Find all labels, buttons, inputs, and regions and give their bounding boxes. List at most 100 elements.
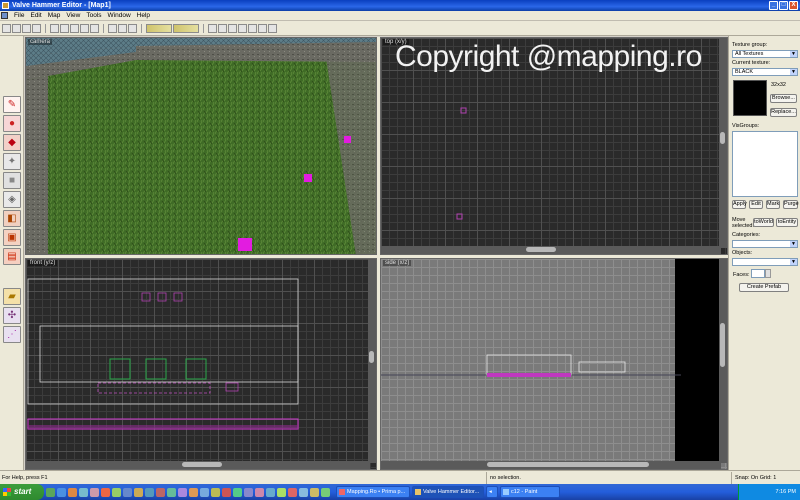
scroll-thumb[interactable] [720,132,725,144]
camera-tool-icon[interactable]: ◆ [3,134,21,151]
hide-icon[interactable] [80,23,89,33]
purge-button[interactable]: Purge [783,200,799,209]
quicklaunch-firefox-icon[interactable] [68,487,77,497]
zoom-icon[interactable] [128,23,137,33]
textured-icon[interactable] [228,23,237,33]
to-entity-button[interactable]: toEntity [776,218,798,227]
clip-tool-icon[interactable]: ▤ [3,248,21,265]
apply-texture-icon[interactable]: ◧ [3,210,21,227]
map-info-icon[interactable] [173,23,199,33]
magnify-tool-icon[interactable]: ● [3,115,21,132]
task-group-toggle[interactable]: ◂ [486,486,498,498]
quicklaunch-app-icon[interactable] [266,487,275,497]
objects-select[interactable]: ▼ [732,258,798,266]
maximize-button[interactable]: □ [779,1,788,10]
texture-lock-icon[interactable] [108,23,117,33]
scroll-thumb[interactable] [487,462,649,467]
faces-spinner[interactable] [765,269,771,278]
browse-button[interactable]: Browse... [770,94,797,103]
quicklaunch-desktop-icon[interactable] [46,487,55,497]
apply-button[interactable]: Apply [732,200,747,209]
quicklaunch-app-icon[interactable] [156,487,165,497]
quicklaunch-app-icon[interactable] [145,487,154,497]
document-icon[interactable] [1,12,8,19]
quicklaunch-ie-icon[interactable] [57,487,66,497]
camera-viewport[interactable]: camera [25,37,377,255]
side-viewport-hscrollbar[interactable] [381,461,721,469]
close-button[interactable]: X [789,1,798,10]
entity-tool-icon[interactable]: ✦ [3,153,21,170]
quicklaunch-app-icon[interactable] [101,487,110,497]
entity-report-icon[interactable] [146,23,172,33]
texture-application-icon[interactable]: ◈ [3,191,21,208]
side-viewport[interactable]: side (x/z) [380,258,728,470]
texture-group-select[interactable]: All Textures ▼ [732,50,798,58]
scroll-thumb[interactable] [720,323,725,367]
decal-tool-icon[interactable]: ▣ [3,229,21,246]
quicklaunch-app-icon[interactable] [255,487,264,497]
quicklaunch-app-icon[interactable] [112,487,121,497]
flat-shaded-icon[interactable] [218,23,227,33]
settings-icon[interactable] [268,23,277,33]
current-texture-select[interactable]: BLACK ▼ [732,68,798,76]
grid-3d-icon[interactable] [12,23,21,33]
wireframe-icon[interactable] [208,23,217,33]
menu-edit[interactable]: Edit [27,11,44,21]
scroll-thumb[interactable] [369,351,374,363]
quicklaunch-app-icon[interactable] [178,487,187,497]
grid-larger-icon[interactable] [32,23,41,33]
unhide-icon[interactable] [90,23,99,33]
vertex-tool-icon[interactable]: ▰ [3,288,21,305]
edit-button[interactable]: Edit [749,200,763,209]
minimize-button[interactable]: _ [769,1,778,10]
ungroup-icon[interactable] [70,23,79,33]
quicklaunch-app-icon[interactable] [134,487,143,497]
mark-button[interactable]: Mark [766,200,780,209]
scroll-thumb[interactable] [526,247,556,252]
quicklaunch-app-icon[interactable] [222,487,231,497]
overlay-tool-icon[interactable]: ⋰ [3,326,21,343]
run-map-icon[interactable] [248,23,257,33]
task-paint[interactable]: c12 - Paint [500,486,560,498]
selection-tool-icon[interactable]: ✎ [3,96,21,113]
quicklaunch-app-icon[interactable] [277,487,286,497]
quicklaunch-app-icon[interactable] [167,487,176,497]
compile-icon[interactable] [118,23,127,33]
quicklaunch-app-icon[interactable] [233,487,242,497]
menu-window[interactable]: Window [105,11,134,21]
path-tool-icon[interactable]: ✣ [3,307,21,324]
quicklaunch-app-icon[interactable] [299,487,308,497]
menu-map[interactable]: Map [45,11,64,21]
entity-marker-3[interactable] [238,238,252,251]
grid-smaller-icon[interactable] [22,23,31,33]
task-mapping-ro[interactable]: Mapping.Ro • Prima p... [336,486,410,498]
task-hammer-editor[interactable]: Valve Hammer Editor... [412,486,484,498]
quicklaunch-media-icon[interactable] [90,487,99,497]
entity-marker-2[interactable] [304,174,312,182]
polygon-icon[interactable] [258,23,267,33]
quicklaunch-app-icon[interactable] [310,487,319,497]
visgroups-list[interactable] [732,131,798,197]
clock[interactable]: 7:16 PM [776,489,796,495]
quicklaunch-app-icon[interactable] [211,487,220,497]
quicklaunch-explorer-icon[interactable] [79,487,88,497]
grid-toggle-icon[interactable] [2,23,11,33]
create-prefab-button[interactable]: Create Prefab [739,283,789,292]
entity-marker-1[interactable] [344,136,351,143]
block-tool-icon[interactable]: ■ [3,172,21,189]
replace-button[interactable]: Replace... [770,108,797,117]
quicklaunch-app-icon[interactable] [200,487,209,497]
side-viewport-vscrollbar[interactable] [719,259,727,463]
quicklaunch-app-icon[interactable] [321,487,330,497]
quicklaunch-app-icon[interactable] [189,487,198,497]
faces-input[interactable] [751,269,765,278]
quicklaunch-app-icon[interactable] [288,487,297,497]
carve-icon[interactable] [50,23,59,33]
categories-select[interactable]: ▼ [732,240,798,248]
group-icon[interactable] [60,23,69,33]
quicklaunch-app-icon[interactable] [244,487,253,497]
top-viewport-vscrollbar[interactable] [719,38,727,248]
front-viewport-vscrollbar[interactable] [368,259,376,463]
start-button[interactable]: start [0,484,44,500]
quicklaunch-app-icon[interactable] [123,487,132,497]
